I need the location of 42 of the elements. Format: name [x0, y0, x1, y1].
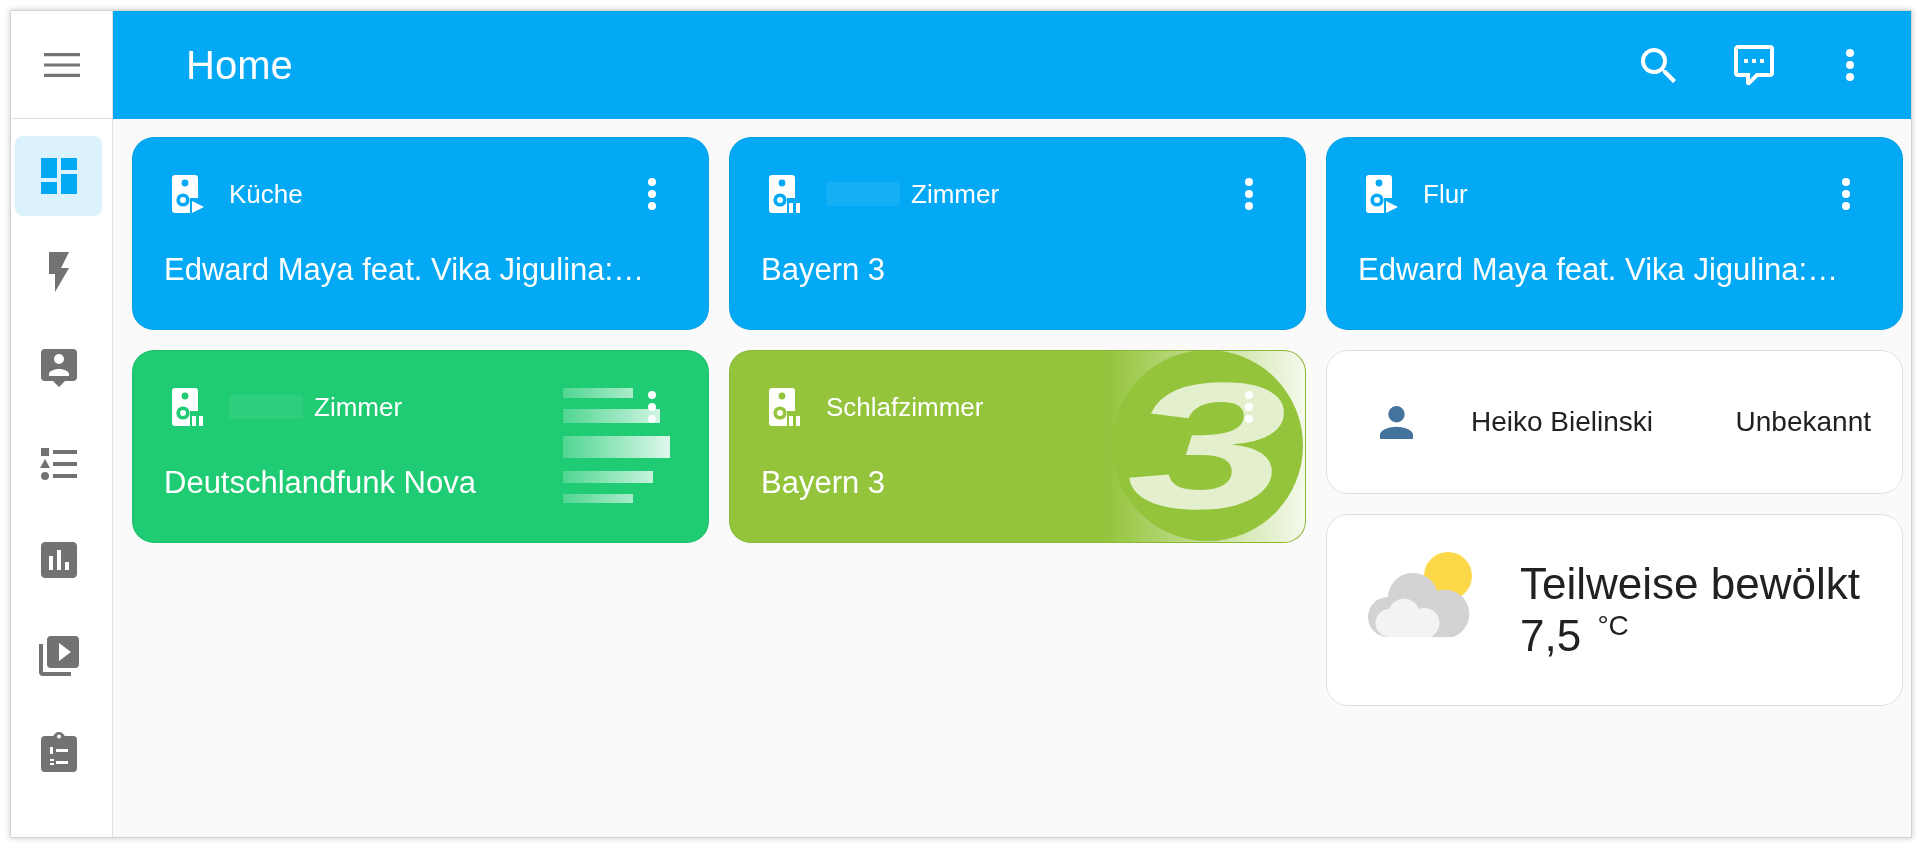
search-icon[interactable] [1640, 47, 1676, 83]
media-card[interactable]: Zimmer Bayern 3 [729, 137, 1306, 330]
more-icon[interactable] [1842, 178, 1850, 210]
more-icon[interactable] [648, 178, 656, 210]
more-icon[interactable] [648, 391, 656, 423]
sidebar-item[interactable] [15, 136, 102, 216]
media-title: Deutschlandfunk Nova [163, 464, 477, 502]
room-name: Schlafzimmer [826, 391, 984, 423]
media-title: Edward Maya feat. Vika Jigulina:… [163, 251, 646, 289]
person-state: Unbekannt [1735, 405, 1871, 439]
room-name: Zimmer [911, 178, 1000, 210]
temperature-unit: °C [1597, 610, 1629, 641]
room-name: Flur [1423, 178, 1468, 210]
list-icon [40, 448, 77, 480]
media-title: Bayern 3 [760, 464, 887, 502]
dashboard-icon [40, 158, 77, 194]
page-title: Home [186, 42, 293, 89]
person-card[interactable]: Heiko Bielinski Unbekannt [1326, 350, 1903, 494]
media-card[interactable]: Küche Edward Maya feat. Vika Jigulina:… [132, 137, 709, 330]
clipboard-list-icon [40, 732, 77, 772]
temperature-value: 7,5 [1520, 611, 1582, 660]
media-title: Bayern 3 [760, 251, 887, 289]
menu-icon[interactable] [43, 52, 80, 77]
weather-condition: Teilweise bewölkt [1520, 559, 1860, 609]
person-icon [1380, 405, 1413, 439]
room-name: Küche [229, 178, 303, 210]
media-card[interactable]: Schlafzimmer Bayern 3 3 [729, 350, 1306, 543]
media-title: Edward Maya feat. Vika Jigulina:… [1357, 251, 1840, 289]
room-name: Zimmer [314, 391, 403, 423]
logo-badge: 3 [1112, 351, 1303, 541]
media-card[interactable]: Flur Edward Maya feat. Vika Jigulina:… [1326, 137, 1903, 330]
lightning-icon [48, 252, 69, 292]
more-icon[interactable] [1245, 178, 1253, 210]
partly-cloudy-icon [1368, 551, 1474, 637]
media-card[interactable]: Zimmer Deutschlandfunk Nova [132, 350, 709, 543]
more-icon[interactable] [1846, 49, 1854, 81]
bar-chart-icon [40, 542, 77, 578]
weather-card[interactable]: Teilweise bewölkt 7,5 °C [1326, 514, 1903, 706]
play-stack-icon [38, 636, 79, 676]
chat-bubble-icon[interactable] [1734, 45, 1774, 85]
person-bubble-icon [40, 349, 77, 387]
person-name: Heiko Bielinski [1471, 405, 1654, 439]
